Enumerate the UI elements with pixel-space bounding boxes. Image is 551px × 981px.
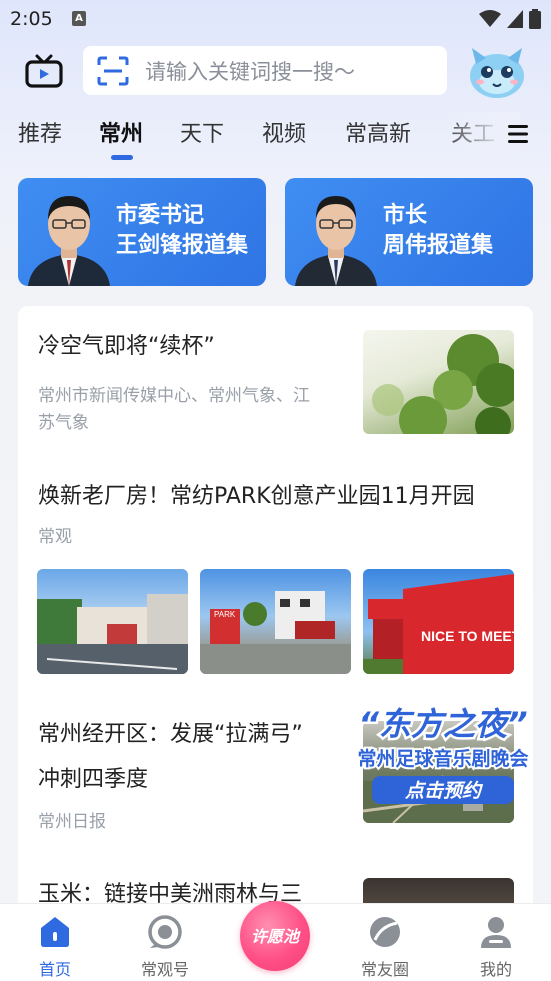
promo-title: “东方之夜” [358, 705, 527, 743]
banner-text: 市委书记 王剑锋报道集 [116, 200, 248, 260]
wifi-icon [479, 10, 501, 27]
news-feed: 冷空气即将“续杯” 常州市新闻传媒中心、常州气象、江 苏气象 焕新老厂房！常纺P… [18, 306, 533, 926]
banner-party-secretary[interactable]: 市委书记 王剑锋报道集 [18, 178, 266, 286]
park-buildings-image: PARK [200, 591, 351, 674]
nav-friends-circle[interactable]: 常友圈 [345, 904, 425, 981]
menu-icon[interactable] [507, 124, 529, 144]
banner-mayor[interactable]: 市长 周伟报道集 [285, 178, 533, 286]
tab-changgaoxin[interactable]: 常高新 [345, 116, 411, 148]
promo-cta[interactable]: 点击预约 [404, 780, 484, 802]
news-thumbnail[interactable] [37, 569, 188, 674]
leaves-image [372, 334, 514, 434]
nav-home[interactable]: 首页 [15, 904, 95, 981]
nav-label: 我的 [479, 960, 512, 979]
promo-graphic: “东方之夜” 常州足球音乐剧晚会 点击预约 [355, 703, 531, 804]
nav-changguan[interactable]: 常观号 [125, 904, 205, 981]
banner-text: 市长 周伟报道集 [383, 200, 493, 260]
changguan-icon [148, 915, 182, 949]
wish-pool-button[interactable]: 许愿池 [240, 901, 310, 971]
status-time: 2:05 [10, 8, 53, 30]
news-title[interactable]: 冷空气即将“续杯” [38, 328, 215, 366]
tab-video[interactable]: 视频 [262, 116, 306, 148]
banner-line2: 周伟报道集 [383, 232, 494, 258]
mascot-avatar-icon[interactable] [466, 44, 528, 100]
status-bar: 2:05 A [0, 0, 551, 38]
promo-subtitle: 常州足球音乐剧晚会 [357, 747, 528, 770]
banner-line1: 市长 [383, 202, 428, 228]
news-source: 常州市新闻传媒中心、常州气象、江 [38, 386, 310, 406]
nav-label: 首页 [38, 960, 71, 979]
tab-changzhou[interactable]: 常州 [99, 116, 143, 148]
red-wall-image: NICE TO MEET YOU [363, 574, 514, 674]
news-thumbnail[interactable]: NICE TO MEET YOU [363, 569, 514, 674]
active-tab-indicator [111, 155, 133, 160]
promo-floating-ad[interactable]: “东方之夜” 常州足球音乐剧晚会 点击预约 [336, 697, 550, 809]
tv-icon[interactable] [25, 54, 63, 90]
news-source: 苏气象 [38, 413, 89, 433]
news-title-line2[interactable]: 冲刺四季度 [38, 761, 148, 799]
news-title-line1[interactable]: 常州经开区：发展“拉满弓” [38, 716, 303, 754]
banner-line2: 王剑锋报道集 [116, 232, 249, 258]
search-placeholder[interactable]: 请输入关键词搜一搜～ [145, 56, 355, 86]
news-thumbnail[interactable]: PARK [200, 569, 351, 674]
nav-label: 常友圈 [360, 960, 409, 979]
search-bar[interactable]: 请输入关键词搜一搜～ [83, 46, 447, 95]
news-source: 常观 [38, 527, 72, 547]
profile-icon [481, 917, 511, 948]
tab-recommend[interactable]: 推荐 [18, 116, 62, 148]
tab-world[interactable]: 天下 [180, 116, 224, 148]
battery-icon [529, 9, 541, 29]
home-icon [41, 917, 69, 947]
news-source: 常州日报 [38, 812, 106, 832]
scan-icon[interactable] [97, 56, 129, 86]
banner-line1: 市委书记 [116, 202, 205, 228]
circle-icon [370, 917, 400, 947]
status-icons [479, 9, 541, 29]
notification-icon: A [72, 11, 86, 26]
portrait-photo [295, 196, 377, 286]
news-title[interactable]: 焕新老厂房！常纺PARK创意产业园11月开园 [38, 478, 475, 516]
wall-sign-text: NICE TO MEET YOU [421, 628, 514, 644]
nav-label: 常观号 [140, 960, 189, 979]
park-street-image [37, 594, 188, 674]
nav-profile[interactable]: 我的 [456, 904, 536, 981]
signal-icon [507, 10, 523, 28]
news-thumbnail[interactable] [363, 330, 514, 434]
portrait-photo [28, 196, 110, 286]
wish-pool-label: 许愿池 [250, 927, 299, 946]
park-sign-text: PARK [214, 610, 236, 619]
